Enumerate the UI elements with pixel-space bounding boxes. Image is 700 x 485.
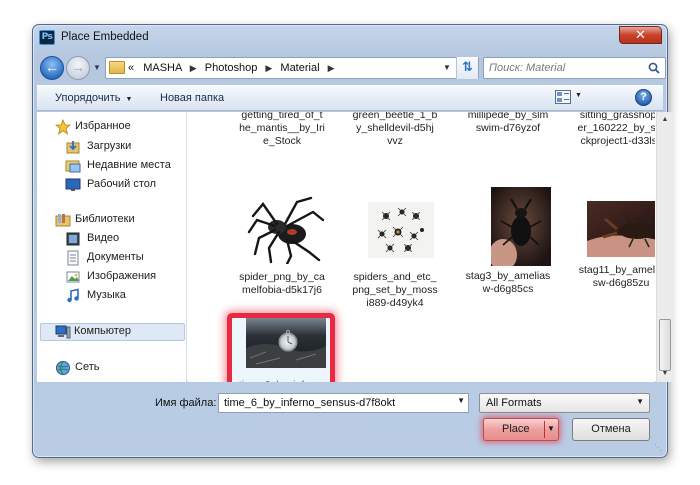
- format-value: All Formats: [486, 397, 542, 409]
- file-item[interactable]: spiders_and_etc_ png_set_by_moss i889-d49y…: [345, 194, 445, 310]
- window-title: Place Embedded: [61, 31, 149, 43]
- cancel-button[interactable]: Отмена: [572, 418, 650, 441]
- breadcrumb-item-photoshop[interactable]: Photoshop: [205, 62, 258, 74]
- command-toolbar: Упорядочить ▼ Новая папка ▼ ?: [37, 85, 663, 111]
- navigation-pane[interactable]: Избранное Загрузки Недавние места Рабочи…: [37, 112, 187, 382]
- sidebar-item-computer[interactable]: Компьютер: [40, 323, 185, 341]
- refresh-button[interactable]: ⇅: [456, 57, 478, 79]
- scroll-up-icon[interactable]: ▲: [657, 112, 673, 128]
- chevron-down-icon: ▼: [636, 397, 644, 406]
- file-item-selected[interactable]: time_6_by_inferno_sensus-d7f8okt: [227, 313, 335, 382]
- file-item[interactable]: stag11_by_amelia sw-d6g85zu: [571, 201, 655, 290]
- sidebar-item-label: Недавние места: [87, 159, 171, 171]
- filename-field[interactable]: time_6_by_inferno_sensus-d7f8okt ▼: [218, 393, 469, 413]
- recent-places-icon: [65, 160, 81, 173]
- sidebar-item-label: Загрузки: [87, 140, 132, 152]
- search-icon[interactable]: [648, 62, 660, 74]
- chevron-right-icon[interactable]: ▶: [328, 63, 335, 73]
- stag-beetle-hand-thumbnail: [587, 201, 655, 257]
- breadcrumb-overflow[interactable]: «: [128, 62, 134, 74]
- file-name: spider_png_by_ca melfobia-d5k17j6: [239, 271, 325, 296]
- resize-grip-icon[interactable]: ⋱: [654, 443, 666, 455]
- filename-value: time_6_by_inferno_sensus-d7f8okt: [224, 397, 396, 409]
- star-icon: [55, 119, 71, 135]
- navigation-row: ← → ▼ « MASHA ▶ Photoshop ▶ Material ▶ ▼…: [37, 56, 666, 82]
- place-dropdown-icon[interactable]: ▼: [547, 424, 555, 433]
- spider-thumbnail: [247, 194, 325, 266]
- network-icon: [56, 361, 70, 375]
- forward-button[interactable]: →: [66, 56, 90, 80]
- stag-beetle-thumbnail: [489, 187, 551, 271]
- back-button[interactable]: ←: [40, 56, 64, 80]
- file-name: stag3_by_amelias w-d6g85cs: [465, 270, 551, 295]
- address-dropdown-icon[interactable]: ▼: [441, 61, 453, 75]
- organize-button[interactable]: Упорядочить ▼: [55, 92, 132, 104]
- place-label: Place: [502, 423, 530, 435]
- folder-icon: [109, 61, 125, 74]
- video-icon: [66, 232, 80, 246]
- sidebar-item-label: Сеть: [75, 361, 100, 373]
- desktop-icon: [65, 178, 81, 191]
- place-embedded-dialog: Ps Place Embedded ✕ ← → ▼ « MASHA ▶ Phot…: [32, 24, 673, 458]
- file-item[interactable]: millipede_by_slm swim-d76yzof: [458, 112, 558, 135]
- chevron-down-icon[interactable]: ▼: [457, 396, 465, 405]
- browser-body: Избранное Загрузки Недавние места Рабочи…: [37, 112, 673, 382]
- sidebar-item-label: Рабочий стол: [87, 178, 157, 190]
- sidebar-item-label: Видео: [87, 232, 120, 244]
- music-icon: [67, 288, 79, 303]
- title-bar[interactable]: Ps Place Embedded ✕: [33, 25, 667, 51]
- downloads-icon: [66, 141, 80, 154]
- split-divider: [544, 421, 545, 438]
- scrollbar-thumb[interactable]: [659, 319, 671, 371]
- file-name: green_beetle_1_b y_shelldevil-d5hj vvz: [352, 112, 438, 147]
- place-button[interactable]: Place ▼: [483, 418, 559, 441]
- sidebar-item-label: Библиотеки: [75, 213, 135, 225]
- chevron-right-icon[interactable]: ▶: [190, 63, 197, 73]
- file-name: millipede_by_slm swim-d76yzof: [467, 112, 549, 134]
- recent-pages-dropdown-icon[interactable]: ▼: [92, 63, 102, 73]
- address-bar[interactable]: « MASHA ▶ Photoshop ▶ Material ▶ ▼ ⇅: [105, 57, 479, 79]
- pocket-watch-thumbnail: [246, 318, 326, 368]
- help-button[interactable]: ?: [635, 89, 652, 106]
- sidebar-item-label: Музыка: [87, 289, 126, 301]
- close-button[interactable]: ✕: [619, 26, 662, 44]
- sidebar-item-label: Изображения: [87, 270, 157, 282]
- file-item[interactable]: getting_tired_of_t he_mantis__by_Iri e_Sto…: [232, 112, 332, 148]
- chevron-down-icon: ▼: [125, 96, 133, 103]
- file-list[interactable]: getting_tired_of_t he_mantis__by_Iri e_Sto…: [188, 112, 655, 382]
- vertical-scrollbar[interactable]: ▲ ▼: [656, 112, 673, 382]
- breadcrumb-item-material[interactable]: Material: [280, 62, 319, 74]
- chevron-right-icon[interactable]: ▶: [265, 63, 272, 73]
- documents-icon: [67, 250, 79, 266]
- computer-icon: [55, 325, 71, 339]
- libraries-icon: [55, 214, 71, 227]
- scroll-down-icon[interactable]: ▼: [657, 366, 673, 382]
- file-format-select[interactable]: All Formats ▼: [479, 393, 650, 413]
- breadcrumb: « MASHA ▶ Photoshop ▶ Material ▶: [128, 62, 340, 74]
- file-name: stag11_by_amelia sw-d6g85zu: [578, 264, 655, 289]
- breadcrumb-item-masha[interactable]: MASHA: [143, 62, 182, 74]
- view-dropdown-icon[interactable]: ▼: [575, 92, 582, 99]
- change-view-icon[interactable]: [555, 90, 571, 104]
- new-folder-button[interactable]: Новая папка: [160, 92, 224, 104]
- file-item[interactable]: spider_png_by_ca melfobia-d5k17j6: [232, 194, 332, 297]
- file-name: sitting_grasshopper_160222_by_stockproje…: [577, 112, 656, 147]
- file-name: spiders_and_etc_ png_set_by_moss i889-d49y…: [352, 271, 438, 309]
- file-item[interactable]: sitting_grasshopper_160222_by_stockproje…: [571, 112, 656, 148]
- file-name: getting_tired_of_t he_mantis__by_Iri e_Sto…: [239, 112, 325, 147]
- sidebar-item-label: Документы: [87, 251, 144, 263]
- search-box[interactable]: [483, 57, 666, 79]
- sidebar-item-label: Избранное: [75, 120, 131, 132]
- file-item[interactable]: green_beetle_1_b y_shelldevil-d5hj vvz: [345, 112, 445, 148]
- sidebar-item-label: Компьютер: [74, 325, 131, 337]
- organize-label: Упорядочить: [55, 92, 121, 104]
- pictures-icon: [66, 271, 80, 283]
- file-item[interactable]: stag3_by_amelias w-d6g85cs: [458, 187, 558, 296]
- spiders-set-thumbnail: [368, 202, 434, 258]
- photoshop-app-icon: Ps: [39, 30, 55, 45]
- filename-label: Имя файла:: [155, 397, 217, 409]
- search-input[interactable]: [489, 61, 639, 75]
